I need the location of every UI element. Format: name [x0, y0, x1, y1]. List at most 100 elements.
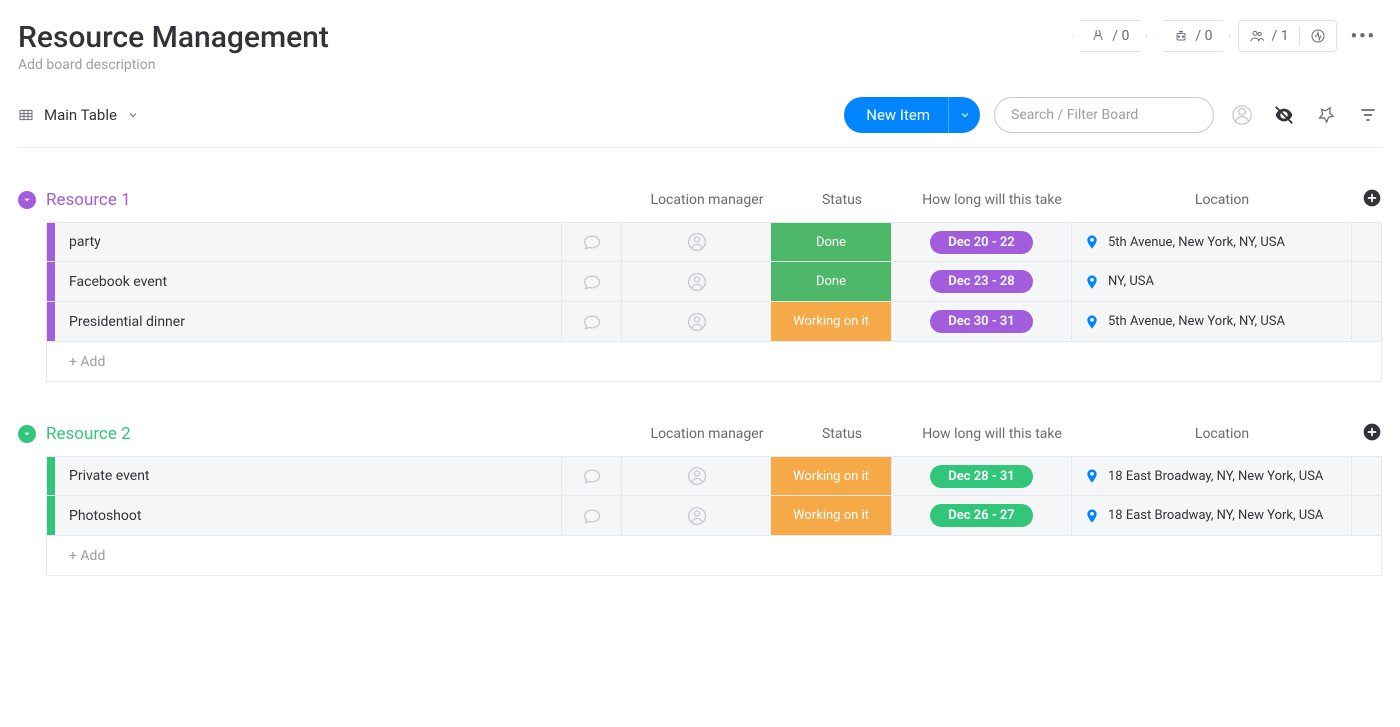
conversation-button[interactable]: [561, 302, 621, 341]
row-end: [1351, 223, 1381, 261]
person-icon: [1232, 105, 1252, 125]
new-item-label[interactable]: New Item: [844, 106, 948, 124]
new-item-dropdown[interactable]: [948, 97, 980, 133]
column-header-status[interactable]: Status: [782, 192, 902, 208]
item-name-cell[interactable]: Photoshoot: [55, 496, 561, 535]
column-header-location[interactable]: Location: [1082, 426, 1362, 442]
search-placeholder: Search / Filter Board: [1011, 107, 1138, 123]
status-cell[interactable]: Done: [771, 262, 891, 301]
add-item-button[interactable]: + Add: [46, 342, 1382, 382]
conversation-button[interactable]: [561, 496, 621, 535]
add-item-button[interactable]: + Add: [46, 536, 1382, 576]
chat-icon: [582, 232, 602, 252]
table-row: Private event Working on itDec 28 - 3118 …: [46, 456, 1382, 496]
person-icon: [687, 272, 707, 292]
row-color-bar: [47, 496, 55, 535]
chevron-down-icon: [127, 109, 139, 121]
manager-cell[interactable]: [621, 457, 771, 495]
pin-button[interactable]: [1312, 101, 1340, 129]
manager-cell[interactable]: [621, 496, 771, 535]
column-header-duration[interactable]: How long will this take: [902, 426, 1082, 442]
conversation-button[interactable]: [561, 262, 621, 301]
new-item-button[interactable]: New Item: [844, 97, 980, 133]
integration-llama-button[interactable]: / 0: [1072, 20, 1147, 52]
chevron-down-icon: [22, 195, 32, 205]
view-selector[interactable]: Main Table: [18, 106, 139, 124]
table-row: Photoshoot Working on itDec 26 - 27 18 Eas…: [46, 496, 1382, 536]
plus-icon: [1362, 188, 1382, 208]
group-collapse-button[interactable]: [18, 425, 36, 443]
person-icon: [687, 232, 707, 252]
board-description[interactable]: Add board description: [18, 57, 329, 73]
location-pin-icon: [1084, 468, 1100, 484]
row-color-bar: [47, 262, 55, 301]
conversation-button[interactable]: [561, 457, 621, 495]
location-cell[interactable]: 18 East Broadway, NY, New York, USA: [1071, 457, 1351, 495]
integration-robot-count: / 0: [1195, 28, 1212, 44]
eye-off-icon: [1273, 104, 1295, 126]
item-name-cell[interactable]: Facebook event: [55, 262, 561, 301]
hide-button[interactable]: [1270, 101, 1298, 129]
group-title[interactable]: Resource 1: [46, 190, 131, 210]
conversation-button[interactable]: [561, 223, 621, 261]
more-menu-button[interactable]: •••: [1345, 26, 1382, 47]
members-count: / 1: [1271, 28, 1288, 44]
row-color-bar: [47, 457, 55, 495]
item-name-cell[interactable]: party: [55, 223, 561, 261]
status-cell[interactable]: Working on it: [771, 457, 891, 495]
column-header-location[interactable]: Location: [1082, 192, 1362, 208]
row-end: [1351, 496, 1381, 535]
person-filter-button[interactable]: [1228, 101, 1256, 129]
integration-llama-count: / 0: [1112, 28, 1129, 44]
filter-button[interactable]: [1354, 101, 1382, 129]
status-cell[interactable]: Done: [771, 223, 891, 261]
location-pin-icon: [1084, 314, 1100, 330]
add-column-button[interactable]: [1362, 422, 1382, 446]
integration-robot-button[interactable]: / 0: [1155, 20, 1230, 52]
location-cell[interactable]: 5th Avenue, New York, NY, USA: [1071, 302, 1351, 341]
duration-cell[interactable]: Dec 26 - 27: [891, 496, 1071, 535]
location-pin-icon: [1084, 234, 1100, 250]
person-icon: [687, 506, 707, 526]
column-header-duration[interactable]: How long will this take: [902, 192, 1082, 208]
duration-cell[interactable]: Dec 20 - 22: [891, 223, 1071, 261]
location-cell[interactable]: 18 East Broadway, NY, New York, USA: [1071, 496, 1351, 535]
item-name-cell[interactable]: Presidential dinner: [55, 302, 561, 341]
duration-cell[interactable]: Dec 23 - 28: [891, 262, 1071, 301]
pin-icon: [1316, 105, 1336, 125]
chevron-down-icon: [959, 109, 971, 121]
group: Resource 1 Location managerStatusHow long…: [18, 188, 1382, 382]
location-text: 18 East Broadway, NY, New York, USA: [1108, 508, 1323, 523]
chat-icon: [582, 506, 602, 526]
add-item-label: + Add: [55, 548, 119, 564]
add-item-label: + Add: [55, 354, 119, 370]
status-cell[interactable]: Working on it: [771, 496, 891, 535]
group-title[interactable]: Resource 2: [46, 424, 131, 444]
manager-cell[interactable]: [621, 223, 771, 261]
column-header-manager[interactable]: Location manager: [632, 426, 782, 442]
manager-cell[interactable]: [621, 302, 771, 341]
header-actions: / 0 / 0 / 1 •••: [1072, 20, 1382, 52]
page-title[interactable]: Resource Management: [18, 20, 329, 55]
table-row: Presidential dinner Working on itDec 30 -…: [46, 302, 1382, 342]
location-cell[interactable]: NY, USA: [1071, 262, 1351, 301]
location-text: NY, USA: [1108, 274, 1154, 289]
group-collapse-button[interactable]: [18, 191, 36, 209]
location-cell[interactable]: 5th Avenue, New York, NY, USA: [1071, 223, 1351, 261]
duration-cell[interactable]: Dec 28 - 31: [891, 457, 1071, 495]
add-column-button[interactable]: [1362, 188, 1382, 212]
location-text: 5th Avenue, New York, NY, USA: [1108, 314, 1285, 329]
status-cell[interactable]: Working on it: [771, 302, 891, 341]
manager-cell[interactable]: [621, 262, 771, 301]
table-row: party DoneDec 20 - 225th Avenue, New York…: [46, 222, 1382, 262]
search-input[interactable]: Search / Filter Board: [994, 97, 1214, 133]
item-name-cell[interactable]: Private event: [55, 457, 561, 495]
members-button[interactable]: / 1: [1238, 20, 1336, 52]
column-header-manager[interactable]: Location manager: [632, 192, 782, 208]
table-icon: [18, 107, 34, 123]
activity-icon: [1310, 28, 1326, 44]
duration-cell[interactable]: Dec 30 - 31: [891, 302, 1071, 341]
row-color-bar: [47, 302, 55, 341]
person-icon: [687, 466, 707, 486]
column-header-status[interactable]: Status: [782, 426, 902, 442]
